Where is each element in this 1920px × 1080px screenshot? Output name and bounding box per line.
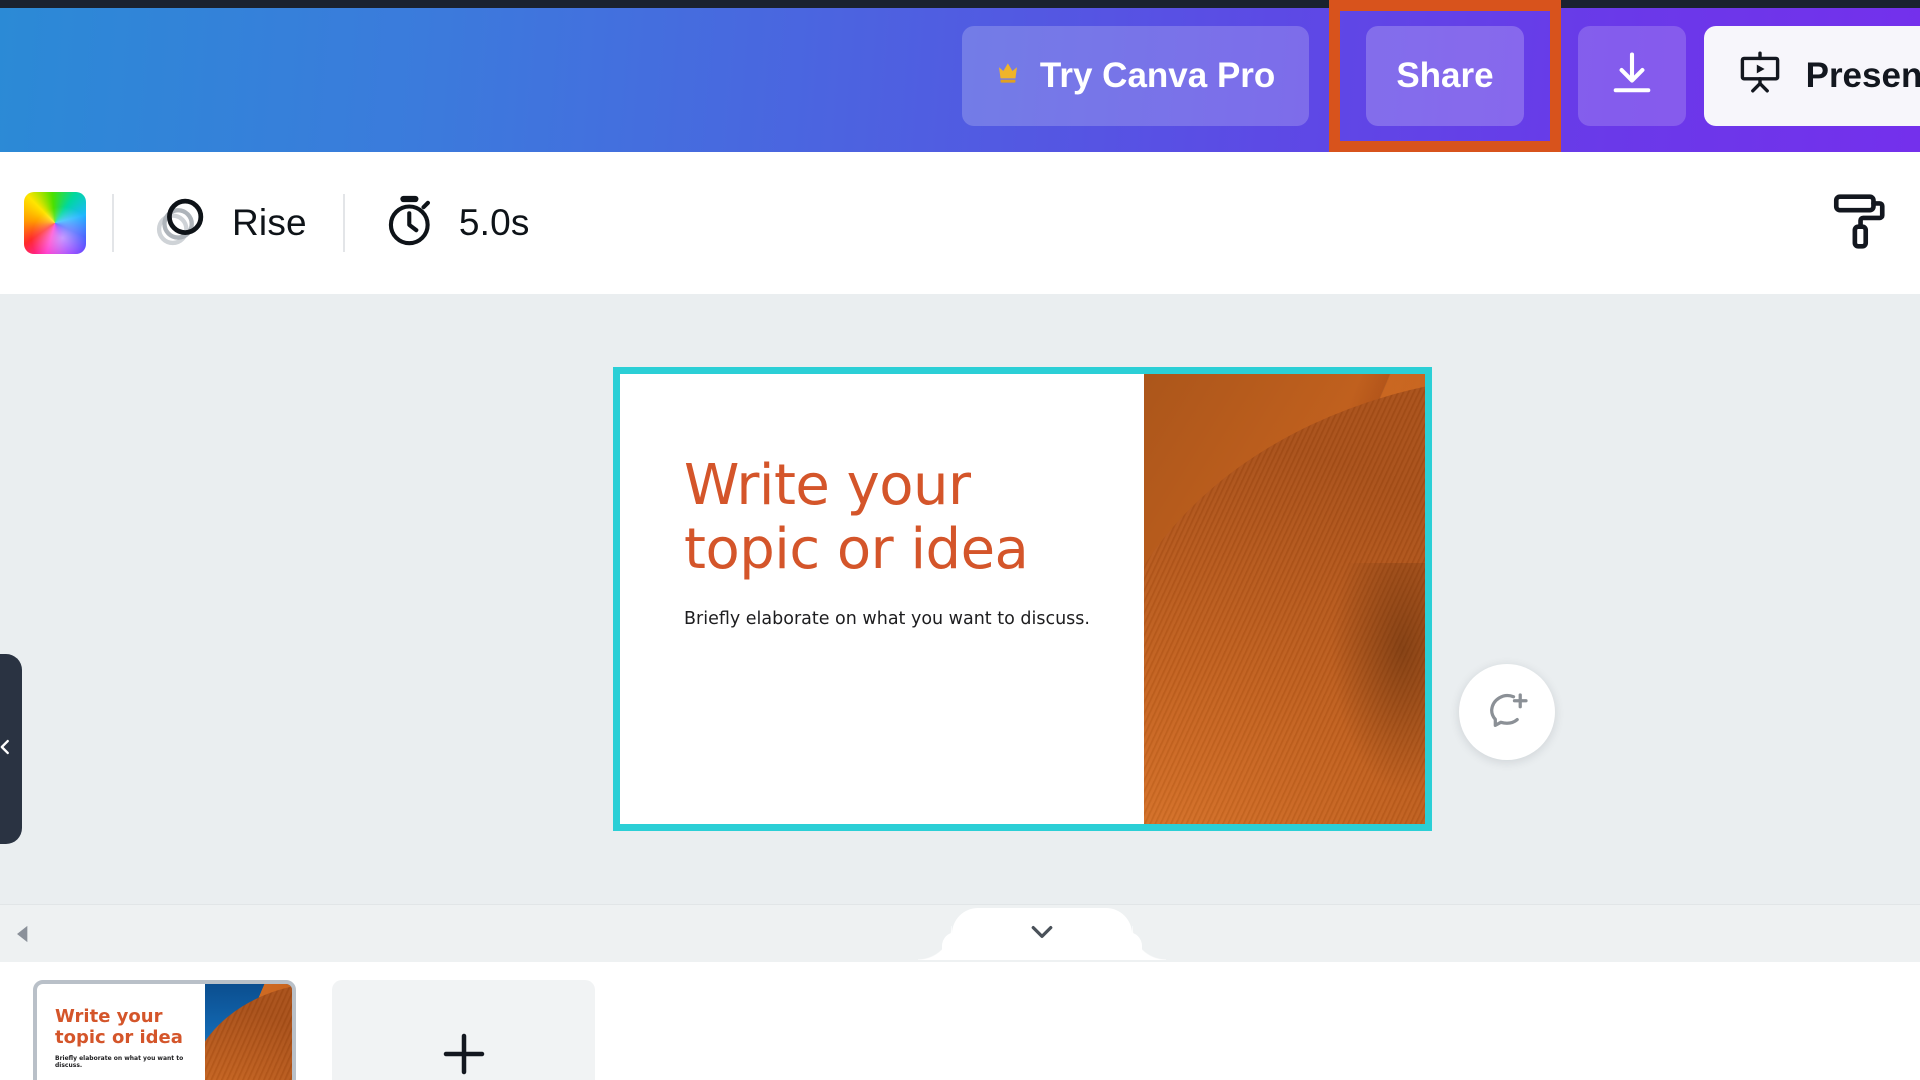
add-comment-icon — [1484, 687, 1530, 738]
slide-toolbar: Rise 5.0s — [0, 152, 1920, 294]
toolbar-divider-2 — [342, 194, 345, 252]
slide-text-column: Write your topic or idea Briefly elabora… — [620, 374, 1144, 824]
slide-title-line-2: topic or idea — [684, 517, 1029, 583]
add-page-button[interactable] — [332, 980, 595, 1080]
canva-editor-window: Try Canva Pro Share Presen Rise 5.0s Wri… — [0, 0, 1920, 1080]
duration-label: 5.0s — [458, 202, 530, 243]
present-button-label: Present — [1805, 56, 1920, 95]
try-canva-pro-label: Try Canva Pro — [1039, 56, 1276, 95]
pages-panel-collapse-handle[interactable] — [918, 908, 1166, 960]
download-icon — [1606, 48, 1658, 105]
transition-control[interactable]: Rise — [140, 182, 317, 265]
slide-title-line-1: Write your — [684, 453, 971, 518]
transition-label: Rise — [232, 202, 307, 243]
slide-title[interactable]: Write your topic or idea — [684, 453, 1084, 583]
present-screen-icon — [1736, 48, 1784, 105]
thumbnail-image — [205, 984, 292, 1080]
caret-left-icon[interactable] — [10, 921, 36, 947]
share-button-label: Share — [1396, 56, 1494, 95]
share-button[interactable]: Share — [1366, 26, 1524, 126]
paint-roller-icon — [1828, 190, 1890, 257]
crown-icon — [996, 61, 1026, 91]
slide-subtitle[interactable]: Briefly elaborate on what you want to di… — [684, 609, 1144, 629]
toolbar-divider — [112, 194, 114, 252]
transition-circles-icon — [150, 190, 212, 257]
style-tool-button[interactable] — [1828, 190, 1892, 257]
rainbow-color-picker[interactable] — [24, 192, 86, 254]
slide-canvas-area: Write your topic or idea Briefly elabora… — [0, 294, 1920, 904]
thumbnail-dune-shape — [205, 984, 292, 1080]
try-canva-pro-button[interactable]: Try Canva Pro — [961, 26, 1310, 126]
thumbnail-title-line-1: Write your — [55, 1006, 163, 1027]
chevron-down-icon — [1027, 922, 1057, 947]
page-thumbnail-1[interactable]: Write your topic or idea Briefly elabora… — [33, 980, 296, 1080]
slide-image[interactable] — [1144, 374, 1425, 824]
pages-thumbnail-rail: Write your topic or idea Briefly elabora… — [0, 962, 1920, 1080]
slide-editing-frame[interactable]: Write your topic or idea Briefly elabora… — [613, 367, 1432, 831]
top-app-bar: Try Canva Pro Share Presen — [0, 0, 1920, 152]
download-button[interactable] — [1577, 26, 1686, 126]
thumbnail-title: Write your topic or idea — [55, 1006, 205, 1048]
topbar-actions: Try Canva Pro Share Presen — [961, 0, 1920, 152]
thumbnail-text-column: Write your topic or idea Briefly elabora… — [37, 984, 205, 1080]
present-button[interactable]: Present — [1703, 26, 1920, 126]
share-button-highlight-box: Share — [1329, 0, 1561, 152]
left-panel-toggle[interactable] — [0, 654, 22, 844]
stopwatch-icon — [381, 192, 439, 255]
duration-control[interactable]: 5.0s — [371, 184, 540, 263]
thumbnail-subtitle: Briefly elaborate on what you want to di… — [55, 1055, 184, 1070]
chevron-left-icon — [0, 736, 16, 763]
plus-icon — [437, 1027, 491, 1080]
thumbnail-title-line-2: topic or idea — [55, 1027, 183, 1049]
dune-shadow — [1267, 563, 1425, 824]
add-comment-button[interactable] — [1459, 664, 1555, 760]
